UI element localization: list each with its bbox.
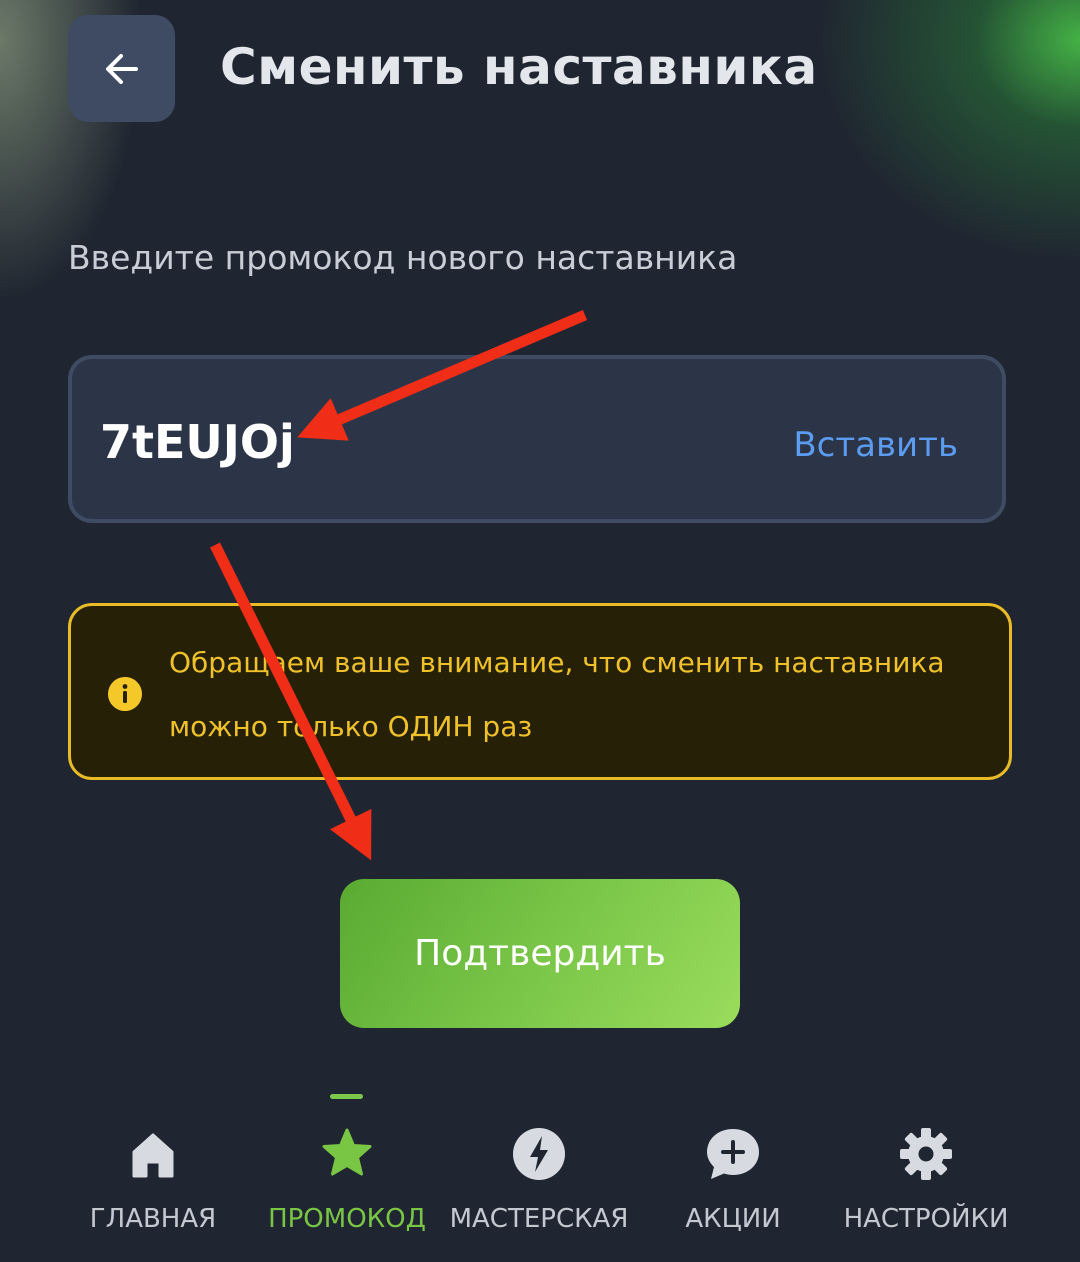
nav-item-promotions[interactable]: АКЦИИ xyxy=(638,1122,828,1252)
back-button[interactable] xyxy=(68,15,175,122)
nav-label-promocode: ПРОМОКОД xyxy=(268,1204,426,1234)
nav-label-workshop: МАСТЕРСКАЯ xyxy=(449,1204,629,1234)
gear-icon xyxy=(900,1128,952,1180)
confirm-button[interactable]: Подтвердить xyxy=(340,879,740,1028)
info-icon xyxy=(108,677,142,711)
promo-code-field[interactable]: 7tEUJOj Вставить xyxy=(68,355,1006,523)
notice-text-line-2: можно только ОДИН раз xyxy=(169,710,533,743)
nav-item-workshop[interactable]: МАСТЕРСКАЯ xyxy=(444,1122,634,1252)
chat-plus-icon xyxy=(707,1129,759,1179)
star-icon xyxy=(322,1128,372,1176)
nav-item-home[interactable]: ГЛАВНАЯ xyxy=(58,1122,248,1252)
promo-code-value[interactable]: 7tEUJOj xyxy=(100,415,295,469)
nav-label-home: ГЛАВНАЯ xyxy=(89,1204,217,1234)
page-title: Сменить наставника xyxy=(220,38,818,96)
notice-text-line-1: Обращаем ваше внимание, что сменить наст… xyxy=(169,646,945,679)
promo-code-prompt: Введите промокод нового наставника xyxy=(68,238,738,277)
active-tab-indicator xyxy=(330,1094,363,1099)
nav-item-promocode[interactable]: ПРОМОКОД xyxy=(252,1122,442,1252)
paste-button[interactable]: Вставить xyxy=(793,425,958,465)
nav-label-settings: НАСТРОЙКИ xyxy=(843,1204,1009,1234)
warning-notice: Обращаем ваше внимание, что сменить наст… xyxy=(68,603,1012,780)
arrow-left-icon xyxy=(105,53,138,84)
nav-label-promotions: АКЦИИ xyxy=(685,1204,781,1234)
home-icon xyxy=(132,1133,174,1178)
nav-item-settings[interactable]: НАСТРОЙКИ xyxy=(831,1122,1021,1252)
confirm-button-label: Подтвердить xyxy=(414,933,666,974)
lightning-icon xyxy=(513,1128,565,1180)
